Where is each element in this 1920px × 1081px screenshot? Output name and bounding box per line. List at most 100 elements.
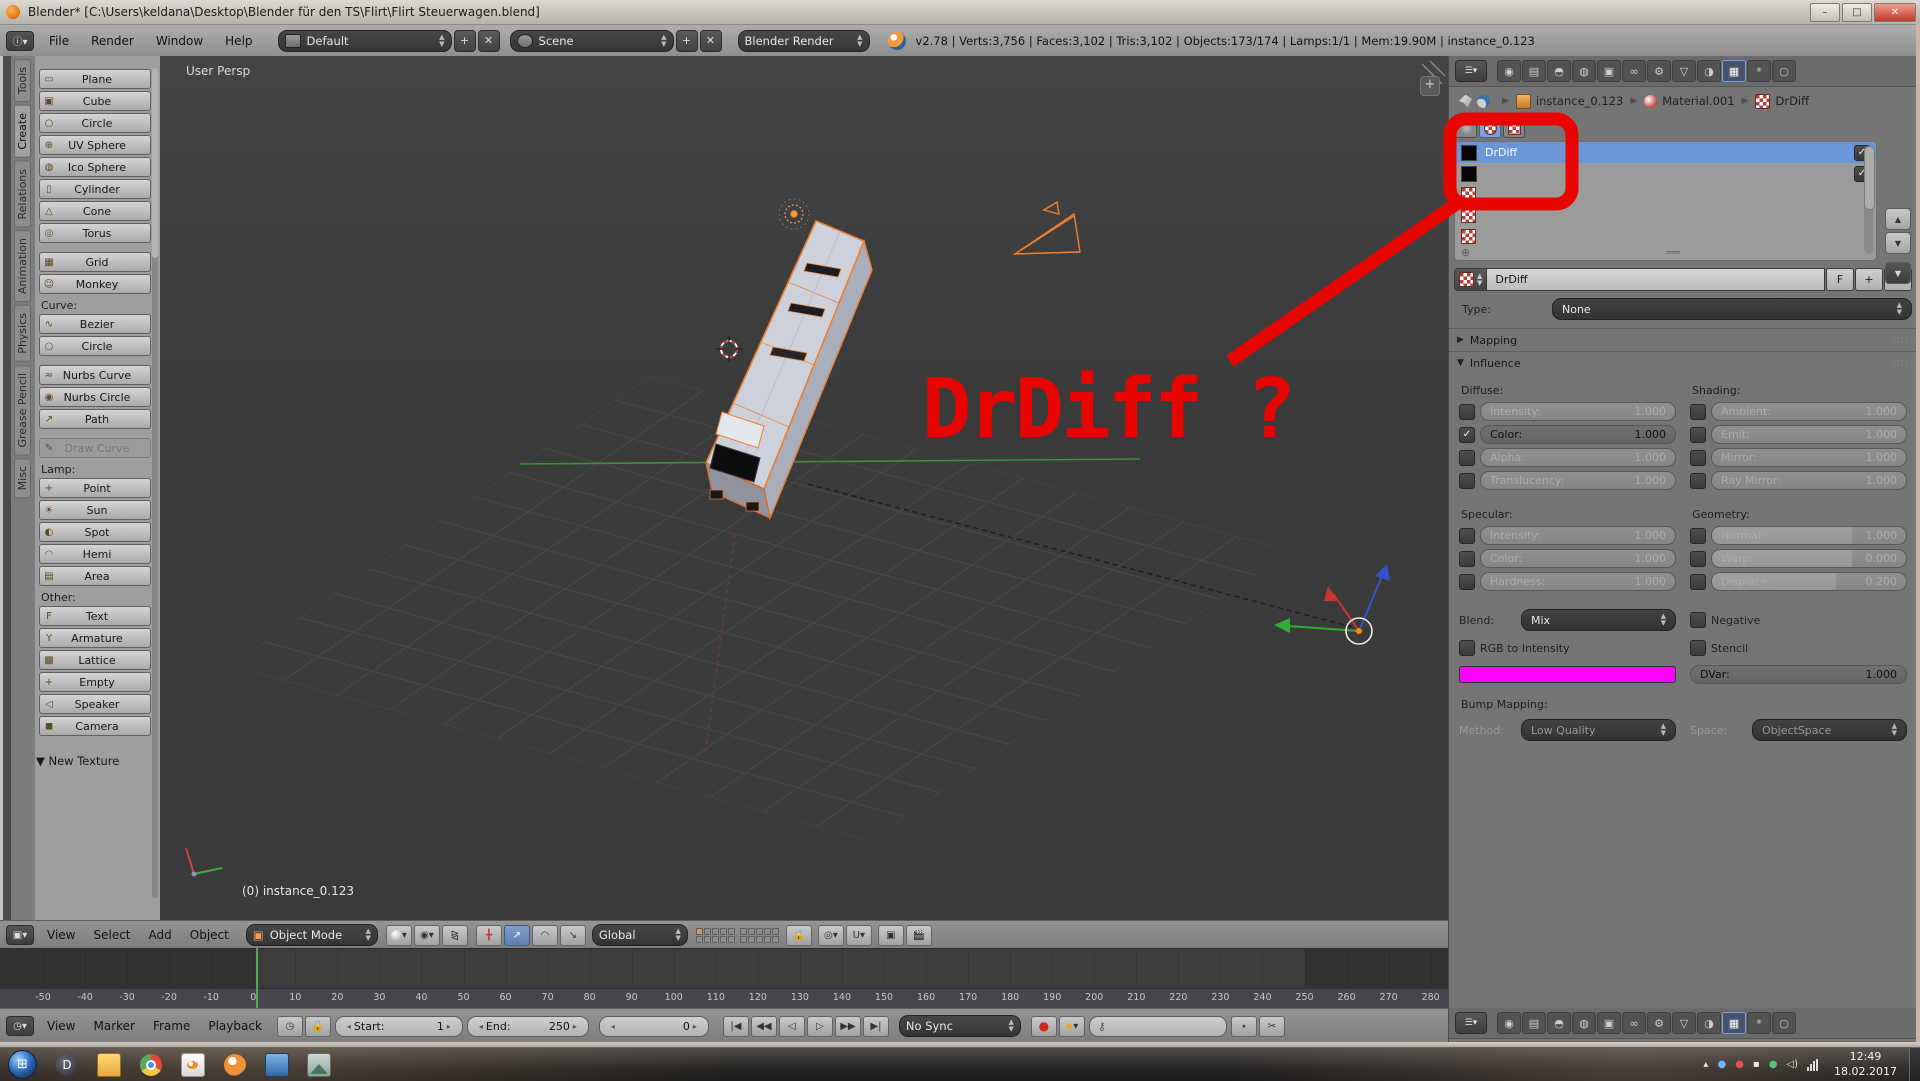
viewport-menu-object[interactable]: Object bbox=[181, 928, 238, 942]
tab-object-data[interactable]: ▽ bbox=[1672, 60, 1696, 82]
tab-scene[interactable]: ◓ bbox=[1547, 1012, 1571, 1034]
layer-cell[interactable] bbox=[740, 928, 747, 935]
influence-slider[interactable]: Normal:1.000 bbox=[1711, 526, 1907, 545]
frame-end-field[interactable]: ◂End: 250▸ bbox=[467, 1016, 589, 1037]
texture-slot-empty[interactable] bbox=[1455, 205, 1876, 226]
influence-checkbox[interactable] bbox=[1690, 473, 1706, 489]
jump-to-end-button[interactable]: ▶| bbox=[863, 1016, 889, 1037]
volume-icon[interactable]: ◁) bbox=[1786, 1059, 1798, 1070]
influence-slider[interactable]: Hardness:1.000 bbox=[1480, 572, 1676, 591]
tab-constraints[interactable]: ∞ bbox=[1622, 60, 1646, 82]
add-bezier-button[interactable]: ∿Bezier bbox=[39, 314, 151, 334]
tab-render-layers[interactable]: ▤ bbox=[1522, 60, 1546, 82]
dvar-slider[interactable]: DVar: 1.000 bbox=[1690, 665, 1907, 684]
influence-slider[interactable]: Warp:0.000 bbox=[1711, 549, 1907, 568]
influence-slider[interactable]: Ambient:1.000 bbox=[1711, 402, 1907, 421]
tab-scene[interactable]: ◓ bbox=[1547, 60, 1571, 82]
influence-checkbox[interactable] bbox=[1690, 574, 1706, 590]
properties-editor-type-icon-bottom[interactable]: ☰▾ bbox=[1455, 1012, 1487, 1034]
manipulator-axis-icon[interactable]: ╋ bbox=[476, 925, 502, 946]
shelf-tab-misc[interactable]: Misc bbox=[14, 458, 31, 498]
layer-cell[interactable] bbox=[704, 928, 711, 935]
shelf-tab-physics[interactable]: Physics bbox=[14, 305, 31, 362]
timeline-ruler[interactable]: -50-40-30-20-100102030405060708090100110… bbox=[0, 988, 1448, 1009]
blend-select[interactable]: Mix▲▼ bbox=[1521, 609, 1676, 631]
layer-cell[interactable] bbox=[772, 928, 779, 935]
shelf-tab-create[interactable]: Create bbox=[14, 105, 31, 158]
close-button[interactable]: ✕ bbox=[1874, 3, 1916, 22]
maximize-button[interactable]: □ bbox=[1842, 3, 1872, 22]
timeline-menu-marker[interactable]: Marker bbox=[84, 1019, 143, 1033]
layer-cell[interactable] bbox=[712, 928, 719, 935]
list-resize-grip[interactable]: ══ bbox=[1666, 246, 1679, 259]
layer-cell[interactable] bbox=[740, 936, 747, 943]
breadcrumb-object[interactable]: instance_0.123 bbox=[1536, 94, 1623, 108]
proportional-edit-icon[interactable]: ◎▾ bbox=[818, 925, 844, 946]
current-frame-field[interactable]: ◂0▸ bbox=[599, 1016, 709, 1037]
bump-space-select[interactable]: ObjectSpace▲▼ bbox=[1752, 719, 1907, 741]
chrome-icon[interactable] bbox=[131, 1051, 171, 1079]
layer-cell[interactable] bbox=[728, 936, 735, 943]
render-engine-select[interactable]: Blender Render▲▼ bbox=[738, 30, 870, 52]
tab-object[interactable]: ▣ bbox=[1597, 60, 1621, 82]
tab-physics[interactable]: ○ bbox=[1772, 60, 1796, 82]
add-monkey-button[interactable]: ☺Monkey bbox=[39, 274, 151, 294]
keying-set-select[interactable]: ◆▾ bbox=[1059, 1016, 1085, 1037]
keying-set-field[interactable]: ⚷ bbox=[1089, 1016, 1227, 1037]
tray-app-3-icon[interactable]: ▪ bbox=[1753, 1059, 1760, 1070]
texture-browse-chip[interactable]: ▲▼ bbox=[1454, 268, 1487, 291]
network-icon[interactable] bbox=[1807, 1059, 1819, 1071]
screen-layout-select[interactable]: Default▲▼ bbox=[278, 30, 452, 52]
tray-app-2-icon[interactable]: ● bbox=[1735, 1059, 1744, 1070]
viewport-editor-type-icon[interactable]: ▣▾ bbox=[6, 925, 34, 945]
snap-icon[interactable]: U▾ bbox=[846, 925, 872, 946]
influence-slider[interactable]: Color:1.000 bbox=[1480, 425, 1676, 444]
lock-time-icon[interactable]: 🔒 bbox=[305, 1016, 331, 1037]
delete-scene-button[interactable]: ✕ bbox=[700, 30, 722, 52]
tab-object[interactable]: ▣ bbox=[1597, 1012, 1621, 1034]
insert-keyframe-icon[interactable]: ⬩ bbox=[1231, 1016, 1257, 1037]
show-desktop-button[interactable] bbox=[1909, 1048, 1920, 1081]
influence-checkbox[interactable] bbox=[1690, 528, 1706, 544]
add-lattice-button[interactable]: ▩Lattice bbox=[39, 650, 151, 670]
influence-checkbox[interactable] bbox=[1459, 528, 1475, 544]
add-circle-button[interactable]: ○Circle bbox=[39, 113, 151, 133]
influence-checkbox[interactable]: ✓ bbox=[1459, 427, 1475, 443]
influence-slider[interactable]: Mirror:1.000 bbox=[1711, 448, 1907, 467]
add-circle-curve-button[interactable]: ○Circle bbox=[39, 336, 151, 356]
sync-select[interactable]: No Sync▲▼ bbox=[899, 1015, 1021, 1037]
timeline-playhead[interactable] bbox=[256, 948, 258, 1008]
stencil-checkbox[interactable] bbox=[1690, 640, 1706, 656]
tab-particles[interactable]: * bbox=[1747, 1012, 1771, 1034]
add-cylinder-button[interactable]: ▯Cylinder bbox=[39, 179, 151, 199]
layer-cell[interactable] bbox=[704, 936, 711, 943]
delete-layout-button[interactable]: ✕ bbox=[478, 30, 500, 52]
influence-slider[interactable]: Alpha:1.000 bbox=[1480, 448, 1676, 467]
layer-cell[interactable] bbox=[696, 936, 703, 943]
tab-render-layers[interactable]: ▤ bbox=[1522, 1012, 1546, 1034]
lock-icon[interactable]: 🔒 bbox=[786, 925, 812, 946]
shelf-tab-relations[interactable]: Relations bbox=[14, 161, 31, 228]
tool-shelf-scrollbar[interactable] bbox=[152, 68, 158, 898]
expand-properties-region-button[interactable]: + bbox=[1420, 76, 1440, 96]
menu-help[interactable]: Help bbox=[214, 25, 263, 56]
influence-checkbox[interactable] bbox=[1690, 427, 1706, 443]
influence-checkbox[interactable] bbox=[1459, 551, 1475, 567]
viewport-menu-add[interactable]: Add bbox=[140, 928, 181, 942]
add-cone-button[interactable]: △Cone bbox=[39, 201, 151, 221]
influence-checkbox[interactable] bbox=[1459, 450, 1475, 466]
tab-constraints[interactable]: ∞ bbox=[1622, 1012, 1646, 1034]
influence-slider[interactable]: Emit:1.000 bbox=[1711, 425, 1907, 444]
tab-render[interactable]: ◉ bbox=[1497, 60, 1521, 82]
influence-slider[interactable]: Intensity:1.000 bbox=[1480, 526, 1676, 545]
properties-editor-type-icon[interactable]: ☰▾ bbox=[1455, 60, 1487, 82]
influence-panel-header[interactable]: ▼Influence:::: bbox=[1449, 351, 1917, 374]
daemon-tools-icon[interactable]: D bbox=[47, 1051, 87, 1079]
influence-checkbox[interactable] bbox=[1459, 404, 1475, 420]
add-nurbs-curve-button[interactable]: ≈Nurbs Curve bbox=[39, 365, 151, 385]
new-texture-button[interactable]: + bbox=[1855, 268, 1883, 291]
play-reverse-button[interactable]: ◁ bbox=[779, 1016, 805, 1037]
add-path-button[interactable]: ↗Path bbox=[39, 409, 151, 429]
bump-method-select[interactable]: Low Quality▲▼ bbox=[1521, 719, 1676, 741]
add-uv-sphere-button[interactable]: ⊕UV Sphere bbox=[39, 135, 151, 155]
